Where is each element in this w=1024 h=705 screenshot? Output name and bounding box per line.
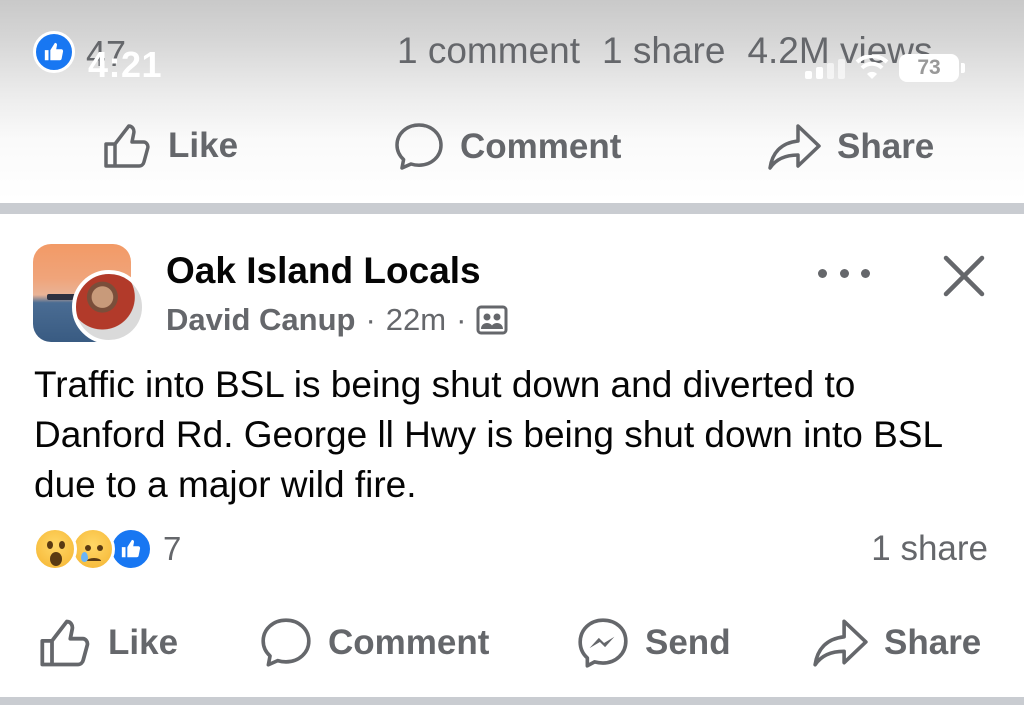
like-icon bbox=[104, 124, 150, 168]
feed-divider bbox=[0, 203, 1024, 214]
meta-separator: · bbox=[365, 302, 376, 337]
previous-post-footer: 47 1 comment 1 share 4.2M views 4:21 73 Li… bbox=[0, 0, 1024, 203]
send-button[interactable]: Send bbox=[575, 615, 731, 671]
reaction-summary[interactable]: 7 bbox=[33, 527, 181, 571]
like-label: Like bbox=[168, 126, 239, 165]
status-bar-icons: 73 bbox=[805, 54, 965, 82]
post-time[interactable]: 22m bbox=[386, 302, 446, 338]
share-icon bbox=[768, 124, 821, 170]
group-name[interactable]: Oak Island Locals bbox=[166, 250, 481, 292]
like-icon bbox=[40, 619, 90, 667]
feed-divider bbox=[0, 697, 1024, 705]
like-label: Like bbox=[108, 623, 179, 662]
send-label: Send bbox=[645, 623, 731, 662]
reaction-count: 7 bbox=[163, 530, 182, 567]
post-meta: David Canup · 22m · bbox=[166, 302, 508, 338]
comment-count[interactable]: 1 comment bbox=[397, 30, 580, 71]
like-button[interactable]: Like bbox=[38, 615, 178, 671]
comment-icon bbox=[261, 618, 311, 667]
like-button[interactable]: Like bbox=[102, 120, 238, 172]
share-count[interactable]: 1 share bbox=[871, 529, 988, 569]
share-count[interactable]: 1 share bbox=[602, 30, 725, 71]
share-icon bbox=[813, 619, 868, 667]
send-messenger-icon bbox=[578, 618, 628, 668]
author-avatar[interactable] bbox=[72, 270, 146, 344]
share-button[interactable]: Share bbox=[767, 120, 934, 174]
share-label: Share bbox=[837, 127, 935, 166]
group-privacy-icon bbox=[476, 305, 508, 335]
wifi-icon bbox=[855, 55, 889, 79]
post-text: Traffic into BSL is being shut down and … bbox=[34, 364, 942, 505]
comment-icon bbox=[395, 123, 443, 170]
wow-reaction-icon bbox=[33, 527, 77, 571]
share-button[interactable]: Share bbox=[812, 615, 981, 671]
comment-button[interactable]: Comment bbox=[258, 615, 489, 671]
like-reaction-icon bbox=[109, 527, 153, 571]
more-options-button[interactable] bbox=[818, 258, 870, 288]
author-name[interactable]: David Canup bbox=[166, 302, 355, 338]
meta-separator: · bbox=[456, 302, 467, 337]
share-label: Share bbox=[884, 623, 982, 662]
battery-icon: 73 bbox=[899, 54, 965, 82]
close-icon[interactable] bbox=[940, 252, 988, 300]
more-options-icon bbox=[818, 268, 827, 278]
comment-label: Comment bbox=[328, 623, 490, 662]
comment-button[interactable]: Comment bbox=[392, 120, 621, 174]
sad-reaction-icon bbox=[71, 527, 115, 571]
cellular-signal-icon bbox=[805, 57, 845, 79]
comment-label: Comment bbox=[460, 127, 622, 166]
status-bar-time: 4:21 bbox=[88, 44, 163, 85]
like-reaction-icon bbox=[33, 31, 75, 73]
